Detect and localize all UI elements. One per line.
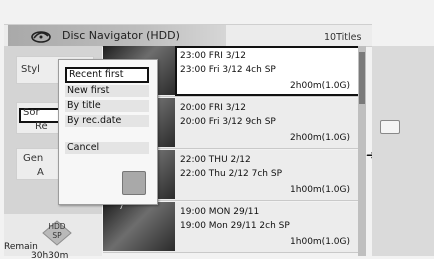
- title-line1: 20:00 FRI 3/12: [180, 103, 246, 113]
- hdd-icon-mode: SP: [52, 231, 62, 240]
- page-title: Disc Navigator (HDD): [62, 29, 180, 42]
- popup-confirm-button[interactable]: [122, 171, 146, 195]
- disc-navigator-screen: Disc Navigator (HDD) 10Titles Styl Sor R…: [0, 0, 434, 261]
- title-line1: 23:00 FRI 3/12: [180, 51, 246, 61]
- title-line2: 23:00 Fri 3/12 4ch SP: [180, 65, 276, 75]
- menu-item-by-rec-date[interactable]: By rec.date: [65, 115, 149, 127]
- right-panel: [372, 46, 434, 256]
- title-duration: 2h00m(1.0G): [290, 81, 350, 91]
- title-duration: 1h00m(1.0G): [290, 237, 350, 247]
- title-line2: 19:00 Mon 29/11 2ch SP: [180, 221, 290, 231]
- disc-navigator-logo-icon: [31, 31, 51, 43]
- title-row[interactable]: 7 19:00 MON 29/11 19:00 Mon 29/11 2ch SP…: [103, 202, 358, 253]
- title-count: 10Titles: [324, 32, 362, 43]
- menu-item-cancel[interactable]: Cancel: [65, 142, 149, 154]
- title-line2: 20:00 Fri 3/12 9ch SP: [180, 117, 276, 127]
- title-duration: 1h00m(1.0G): [290, 185, 350, 195]
- sort-popup-menu: Recent first New first By title By rec.d…: [58, 59, 158, 205]
- title-line1: 22:00 THU 2/12: [180, 155, 251, 165]
- menu-item-new-first[interactable]: New first: [65, 85, 149, 97]
- list-scrollbar[interactable]: [358, 46, 366, 256]
- title-line2: 22:00 Thu 2/12 7ch SP: [180, 169, 283, 179]
- title-thumbnail: 7: [103, 202, 175, 251]
- scrollbar-thumb[interactable]: [359, 52, 365, 104]
- menu-item-recent-first[interactable]: Recent first: [65, 67, 149, 83]
- title-line1: 19:00 MON 29/11: [180, 207, 260, 217]
- genre-button-sublabel: A: [37, 167, 44, 178]
- hdd-status-area: HDD SP Remain 30h30m: [4, 214, 102, 261]
- sort-button-sublabel: Re: [35, 121, 48, 132]
- style-button-label: Styl: [21, 64, 40, 75]
- sort-button-label: Sor: [23, 107, 40, 118]
- hdd-icon-label: HDD: [48, 222, 66, 231]
- title-duration: 2h00m(1.0G): [290, 133, 350, 143]
- menu-item-by-title[interactable]: By title: [65, 100, 149, 112]
- header-bar: Disc Navigator (HDD) 10Titles: [4, 24, 372, 47]
- right-panel-button[interactable]: [380, 120, 400, 134]
- genre-button-label: Gen: [23, 153, 44, 164]
- remain-value: 30h30m: [31, 251, 69, 261]
